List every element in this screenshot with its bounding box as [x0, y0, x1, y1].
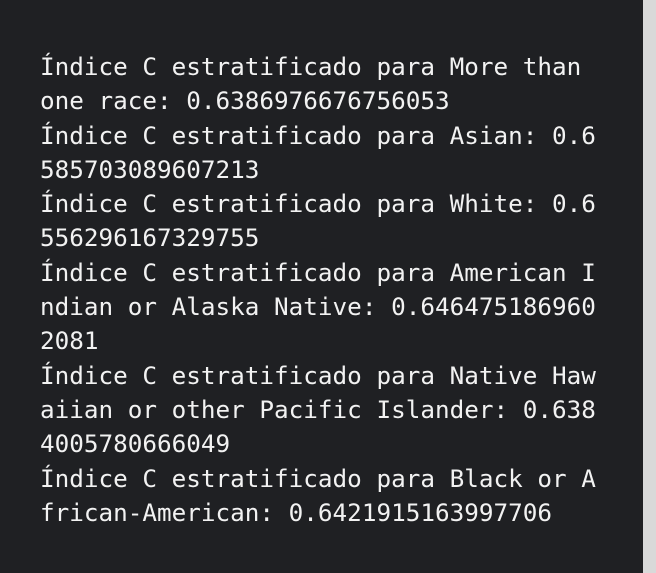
output-line: Índice C estratificado para American I	[40, 257, 596, 287]
console-output: Índice C estratificado para More than one…	[40, 50, 640, 530]
vertical-scrollbar[interactable]	[643, 0, 656, 573]
terminal-window: Índice C estratificado para More than one…	[0, 0, 656, 573]
output-line: Índice C estratificado para Asian: 0.6	[40, 120, 596, 150]
output-line: Índice C estratificado para Black or A	[40, 463, 596, 493]
output-line: Índice C estratificado para More than	[40, 52, 582, 81]
output-line: ndian or Alaska Native: 0.646475186960	[40, 292, 596, 322]
output-line: aiian or other Pacific Islander: 0.638	[40, 394, 596, 424]
output-line: 585703089607213	[40, 154, 260, 184]
output-line: 4005780666049	[40, 429, 231, 459]
scrollbar-thumb[interactable]	[643, 0, 656, 573]
output-line: 556296167329755	[40, 223, 260, 253]
output-line: Índice C estratificado para White: 0.6	[40, 189, 596, 219]
output-line: frican-American: 0.6421915163997706	[40, 497, 552, 527]
output-line: one race: 0.6386976676756053	[40, 86, 450, 116]
output-line: 2081	[40, 326, 99, 356]
output-line: Índice C estratificado para Native Haw	[40, 360, 596, 390]
